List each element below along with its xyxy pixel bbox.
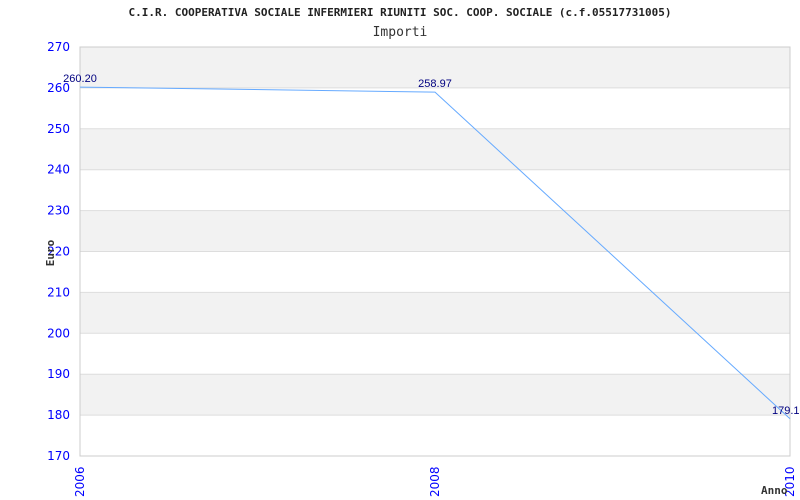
x-tick-label: 2006	[73, 466, 87, 497]
grid-band	[80, 415, 790, 456]
y-tick-label: 240	[47, 163, 70, 177]
grid-band	[80, 251, 790, 293]
line-chart: 1701801902002102202302402502602702006 200…	[44, 40, 800, 497]
y-tick-label: 250	[47, 122, 70, 136]
y-axis-label: Euro	[44, 239, 57, 266]
x-axis-label: Anno	[761, 484, 788, 497]
grid-band	[80, 292, 790, 334]
y-tick-label: 200	[47, 326, 70, 340]
x-tick-label: 2008	[428, 466, 442, 497]
data-label: 179.10	[772, 405, 800, 417]
grid-band	[80, 128, 790, 170]
grid-band	[80, 374, 790, 416]
y-tick-label: 180	[47, 408, 70, 422]
y-tick-label: 230	[47, 204, 70, 218]
chart-container: C.I.R. COOPERATIVA SOCIALE INFERMIERI RI…	[0, 0, 800, 500]
data-label: 258.97	[418, 78, 452, 90]
grid-band	[80, 333, 790, 375]
y-tick-label: 190	[47, 367, 70, 381]
grid-band	[80, 87, 790, 129]
grid-band	[80, 169, 790, 211]
grid-band	[80, 210, 790, 252]
y-tick-label: 210	[47, 285, 70, 299]
data-label: 260.20	[63, 73, 97, 85]
y-tick-label: 170	[47, 449, 70, 463]
y-tick-label: 270	[47, 40, 70, 54]
